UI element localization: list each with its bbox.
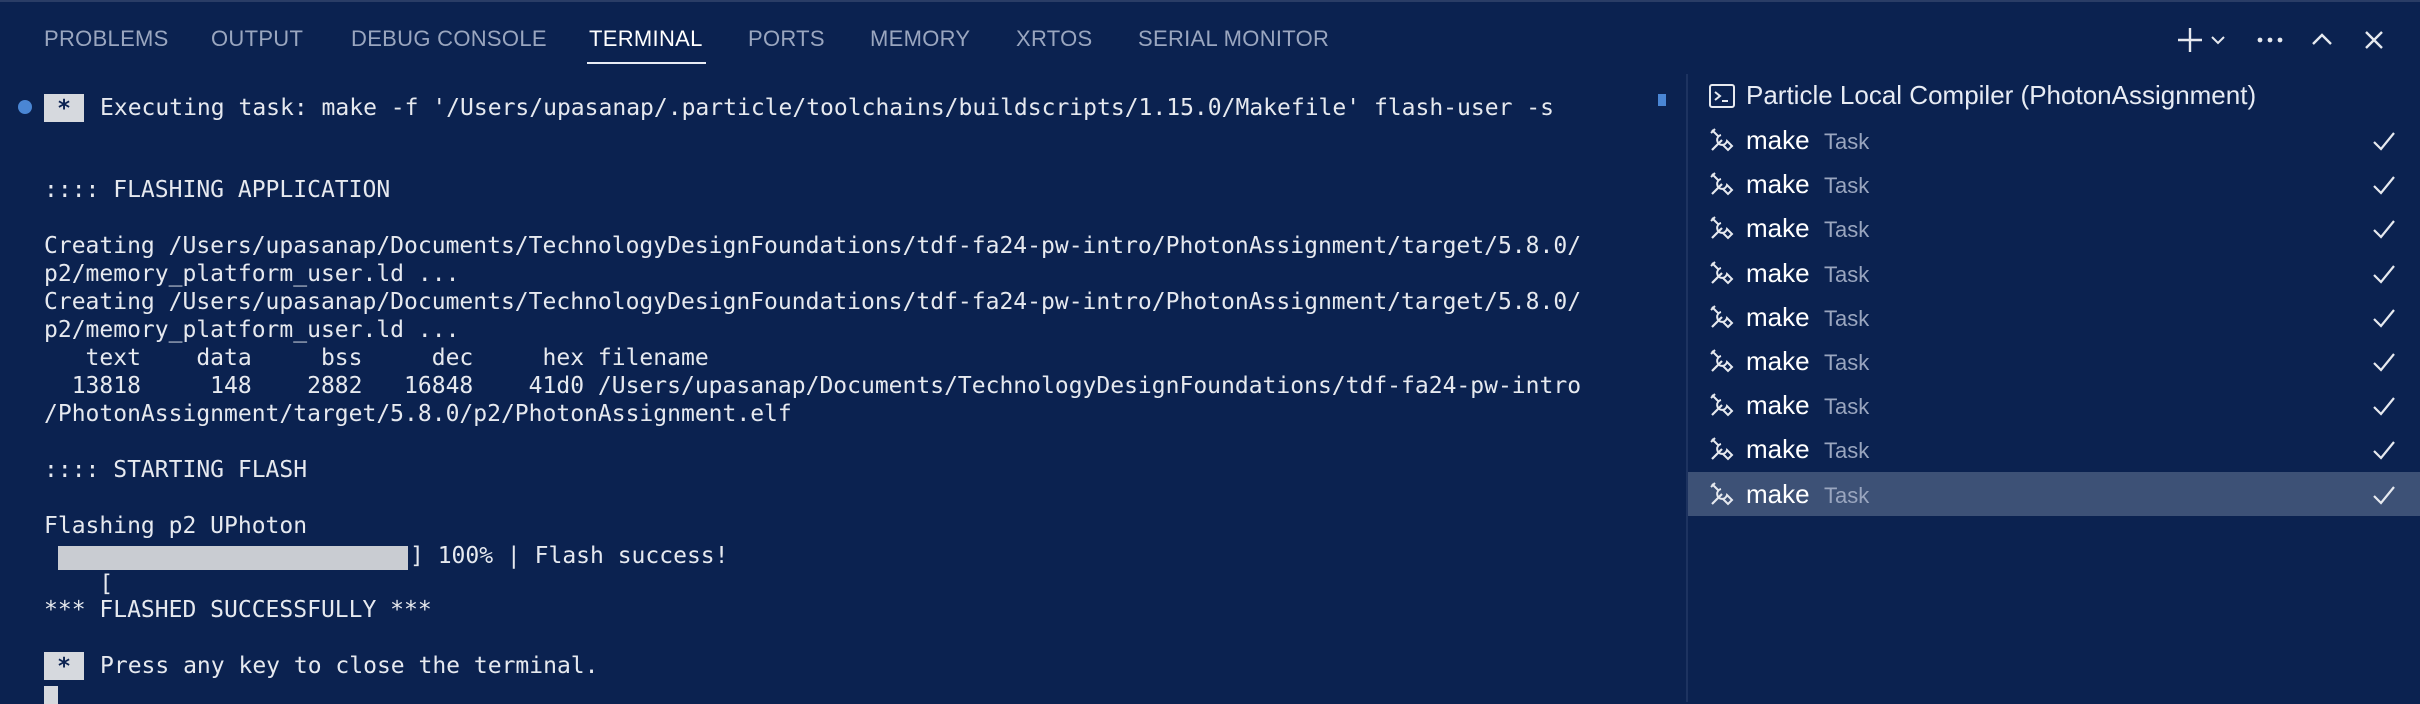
- flash-progress: [ ] 100% | Flash success!: [44, 542, 729, 597]
- task-row[interactable]: make Task: [1688, 251, 2420, 295]
- size-table-header: text data bss dec hex filename: [44, 345, 709, 371]
- tab-serial-monitor[interactable]: SERIAL MONITOR: [1138, 26, 1329, 52]
- tab-problems[interactable]: PROBLEMS: [44, 26, 169, 52]
- command-decoration-dot[interactable]: [18, 100, 32, 114]
- terminal-icon: [1709, 84, 1735, 108]
- progress-status: ] 100% | Flash success!: [410, 543, 729, 569]
- task-star-marker: *: [44, 94, 84, 122]
- close-icon[interactable]: [2356, 22, 2392, 58]
- chevron-down-icon[interactable]: [2206, 22, 2230, 58]
- plus-icon[interactable]: [2172, 22, 2208, 58]
- task-kind: Task: [1824, 129, 1870, 154]
- tools-icon: [1710, 172, 1734, 196]
- task-row[interactable]: make Task: [1688, 162, 2420, 206]
- task-name: make: [1746, 478, 1810, 509]
- tools-icon: [1710, 393, 1734, 417]
- tools-icon: [1710, 305, 1734, 329]
- check-icon: [2373, 485, 2395, 505]
- task-row[interactable]: make Task: [1688, 118, 2420, 162]
- task-kind: Task: [1824, 394, 1870, 420]
- flash-success-line: *** FLASHED SUCCESSFULLY ***: [44, 597, 432, 623]
- scrollbar-marker[interactable]: [1658, 94, 1666, 106]
- terminal-line: :::: FLASHING APPLICATION: [44, 177, 391, 203]
- check-icon: [2373, 132, 2395, 151]
- size-table-row: 13818 148 2882 16848 41d0 /Users/upasana…: [44, 373, 1582, 399]
- tools-icon: [1710, 216, 1734, 240]
- task-name: make: [1746, 390, 1810, 421]
- tab-memory[interactable]: MEMORY: [870, 26, 970, 52]
- task-name: make: [1746, 346, 1810, 376]
- check-icon: [2373, 309, 2395, 328]
- task-name: make: [1746, 257, 1810, 288]
- tab-ports[interactable]: PORTS: [748, 26, 825, 52]
- terminal-task-list: Particle Local Compiler (PhotonAssignmen…: [1688, 74, 2420, 702]
- active-tab-indicator: [587, 62, 706, 64]
- task-name: make: [1746, 434, 1810, 465]
- task-row[interactable]: make Task: [1688, 427, 2420, 471]
- tools-icon: [1710, 437, 1734, 461]
- terminal-line: Creating /Users/upasanap/Documents/Techn…: [44, 233, 1582, 259]
- tab-debug-console[interactable]: DEBUG CONSOLE: [351, 26, 547, 52]
- task-kind: Task: [1824, 305, 1870, 331]
- check-icon: [2373, 353, 2395, 372]
- ellipsis-icon[interactable]: [2252, 22, 2288, 58]
- check-icon: [2373, 397, 2395, 416]
- tools-icon: [1710, 128, 1734, 152]
- task-row[interactable]: make Task: [1688, 339, 2420, 383]
- panel-tab-bar: PROBLEMS OUTPUT DEBUG CONSOLE TERMINAL P…: [0, 2, 2420, 74]
- check-icon: [2373, 176, 2395, 195]
- terminal-line: p2/memory_platform_user.ld ...: [44, 317, 460, 343]
- tools-icon: [1710, 481, 1734, 506]
- task-kind: Task: [1824, 261, 1870, 287]
- check-icon: [2373, 264, 2395, 284]
- task-group-title: Particle Local Compiler (PhotonAssignmen…: [1746, 80, 2257, 110]
- task-row[interactable]: make Task: [1688, 295, 2420, 339]
- tools-icon: [1710, 349, 1734, 373]
- task-group-header[interactable]: Particle Local Compiler (PhotonAssignmen…: [1688, 76, 2420, 116]
- terminal-line: /PhotonAssignment/target/5.8.0/p2/Photon…: [44, 401, 792, 427]
- press-key-line: Press any key to close the terminal.: [100, 653, 599, 679]
- tab-xrtos[interactable]: XRTOS: [1016, 26, 1093, 52]
- tab-output[interactable]: OUTPUT: [211, 26, 303, 52]
- progress-open-bracket: [: [99, 571, 114, 597]
- task-kind: Task: [1824, 173, 1870, 199]
- task-kind: Task: [1824, 350, 1870, 375]
- task-kind: Task: [1824, 482, 1870, 508]
- task-name: make: [1746, 125, 1810, 155]
- check-icon: [2373, 441, 2395, 461]
- task-row[interactable]: make Task: [1688, 471, 2420, 516]
- check-icon: [2373, 220, 2395, 240]
- task-kind: Task: [1824, 217, 1870, 243]
- progress-bar-fill: [58, 546, 408, 570]
- task-kind: Task: [1824, 438, 1870, 464]
- tab-terminal[interactable]: TERMINAL: [589, 26, 703, 52]
- terminal-output[interactable]: * Executing task: make -f '/Users/upasan…: [0, 74, 1668, 704]
- exec-task-line: Executing task: make -f '/Users/upasanap…: [100, 95, 1554, 121]
- task-name: make: [1746, 213, 1810, 244]
- task-name: make: [1746, 169, 1810, 200]
- terminal-line: Creating /Users/upasanap/Documents/Techn…: [44, 289, 1582, 315]
- press-star-marker: *: [44, 652, 84, 680]
- task-row[interactable]: make Task: [1688, 206, 2420, 250]
- tools-icon: [1710, 260, 1734, 285]
- terminal-line: Flashing p2 UPhoton: [44, 513, 308, 539]
- task-name: make: [1746, 301, 1810, 332]
- terminal-line: p2/memory_platform_user.ld ...: [44, 261, 460, 287]
- task-row[interactable]: make Task: [1688, 383, 2420, 427]
- terminal-cursor: [44, 686, 58, 704]
- chevron-up-icon[interactable]: [2304, 22, 2340, 58]
- terminal-line: :::: STARTING FLASH: [44, 457, 308, 483]
